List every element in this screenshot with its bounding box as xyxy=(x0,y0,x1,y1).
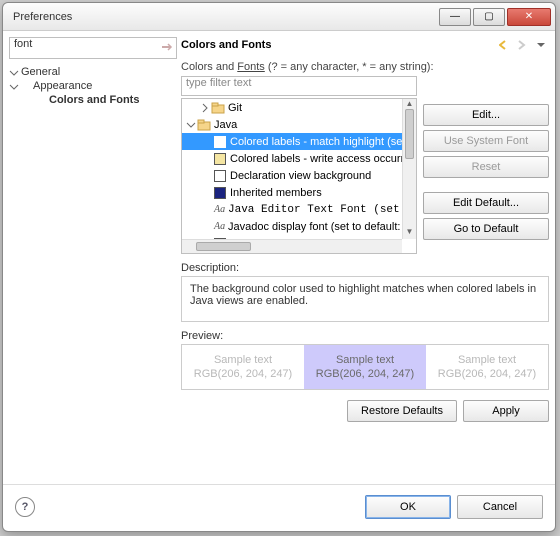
nav-node-general[interactable]: General xyxy=(9,65,177,79)
preview-cell: Sample text RGB(206, 204, 247) xyxy=(426,345,548,389)
horizontal-scrollbar[interactable] xyxy=(182,239,402,253)
clear-filter-icon[interactable] xyxy=(159,40,173,54)
minimize-button[interactable]: — xyxy=(439,8,471,26)
scrollbar-thumb[interactable] xyxy=(405,109,414,159)
colors-fonts-tree: Git Java Colored labels - match highligh xyxy=(181,98,417,254)
reset-button[interactable]: Reset xyxy=(423,156,549,178)
list-column: type filter text Git xyxy=(181,76,417,254)
collapse-icon[interactable] xyxy=(186,120,196,130)
ok-button[interactable]: OK xyxy=(365,495,451,519)
restore-defaults-button[interactable]: Restore Defaults xyxy=(347,400,457,422)
tree-node-java[interactable]: Java xyxy=(182,116,402,133)
edit-button[interactable]: Edit... xyxy=(423,104,549,126)
tree-item[interactable]: Inherited members xyxy=(182,184,402,201)
side-buttons: Edit... Use System Font Reset Edit Defau… xyxy=(423,78,549,254)
collapse-icon[interactable] xyxy=(9,68,19,78)
edit-default-button[interactable]: Edit Default... xyxy=(423,192,549,214)
tree-item[interactable]: Colored labels - write access occurrence… xyxy=(182,150,402,167)
color-swatch xyxy=(214,153,226,165)
tree-item[interactable]: Aa Java Editor Text Font (set to defa xyxy=(182,201,402,218)
dialog-button-bar: ? OK Cancel xyxy=(3,485,555,531)
cancel-button[interactable]: Cancel xyxy=(457,495,543,519)
page-title: Colors and Fonts xyxy=(181,39,497,51)
vertical-scrollbar[interactable]: ▲ ▼ xyxy=(402,99,416,239)
tree-item[interactable]: Declaration view background xyxy=(182,167,402,184)
tree-item[interactable]: Colored labels - match highlight (set to… xyxy=(182,133,402,150)
tree-node-git[interactable]: Git xyxy=(182,99,402,116)
titlebar: Preferences — ▢ ✕ xyxy=(3,3,555,31)
forward-icon[interactable] xyxy=(515,37,531,53)
page-buttons: Restore Defaults Apply xyxy=(181,400,549,422)
use-system-font-button[interactable]: Use System Font xyxy=(423,130,549,152)
font-icon: Aa xyxy=(214,221,228,232)
back-icon[interactable] xyxy=(497,37,513,53)
dialog-body: font General Appearance Colors and Fonts xyxy=(3,31,555,474)
nav-node-colors-fonts[interactable]: Colors and Fonts xyxy=(9,93,177,107)
window-buttons: — ▢ ✕ xyxy=(437,8,551,26)
filter-help-text: Colors and Fonts (? = any character, * =… xyxy=(181,61,549,73)
nav-filter-value: font xyxy=(14,38,32,50)
scroll-down-icon[interactable]: ▼ xyxy=(403,227,416,239)
description-text: The background color used to highlight m… xyxy=(181,276,549,322)
folder-icon xyxy=(210,101,226,115)
nav-panel: font General Appearance Colors and Fonts xyxy=(9,37,177,468)
type-filter-input[interactable]: type filter text xyxy=(181,76,417,96)
go-to-default-button[interactable]: Go to Default xyxy=(423,218,549,240)
color-swatch xyxy=(214,170,226,182)
scrollbar-thumb[interactable] xyxy=(196,242,251,251)
window-title: Preferences xyxy=(13,11,437,23)
folder-icon xyxy=(196,118,212,132)
description-label: Description: xyxy=(181,262,549,274)
preferences-window: Preferences — ▢ ✕ font General App xyxy=(2,2,556,532)
tree-viewport: Git Java Colored labels - match highligh xyxy=(182,99,402,239)
color-swatch xyxy=(214,187,226,199)
preview-cell: Sample text RGB(206, 204, 247) xyxy=(182,345,304,389)
help-icon[interactable]: ? xyxy=(15,497,35,517)
preview-label: Preview: xyxy=(181,330,549,342)
menu-dropdown-icon[interactable] xyxy=(533,37,549,53)
color-swatch xyxy=(214,136,226,148)
nav-tree: General Appearance Colors and Fonts xyxy=(9,63,177,109)
content-panel: Colors and Fonts Colors and Fonts (? = a… xyxy=(181,37,549,468)
nav-node-appearance[interactable]: Appearance xyxy=(9,79,177,93)
collapse-icon[interactable] xyxy=(9,82,19,92)
tree-item[interactable]: Aa Javadoc display font (set to default:… xyxy=(182,218,402,235)
font-icon: Aa xyxy=(214,204,228,215)
expand-icon[interactable] xyxy=(200,103,210,113)
preview-box: Sample text RGB(206, 204, 247) Sample te… xyxy=(181,344,549,390)
page-toolbar xyxy=(497,37,549,53)
page-header: Colors and Fonts xyxy=(181,37,549,53)
mid-row: type filter text Git xyxy=(181,76,549,254)
maximize-button[interactable]: ▢ xyxy=(473,8,505,26)
close-button[interactable]: ✕ xyxy=(507,8,551,26)
apply-button[interactable]: Apply xyxy=(463,400,549,422)
preview-cell-active: Sample text RGB(206, 204, 247) xyxy=(304,345,426,389)
nav-filter-input[interactable]: font xyxy=(9,37,177,59)
